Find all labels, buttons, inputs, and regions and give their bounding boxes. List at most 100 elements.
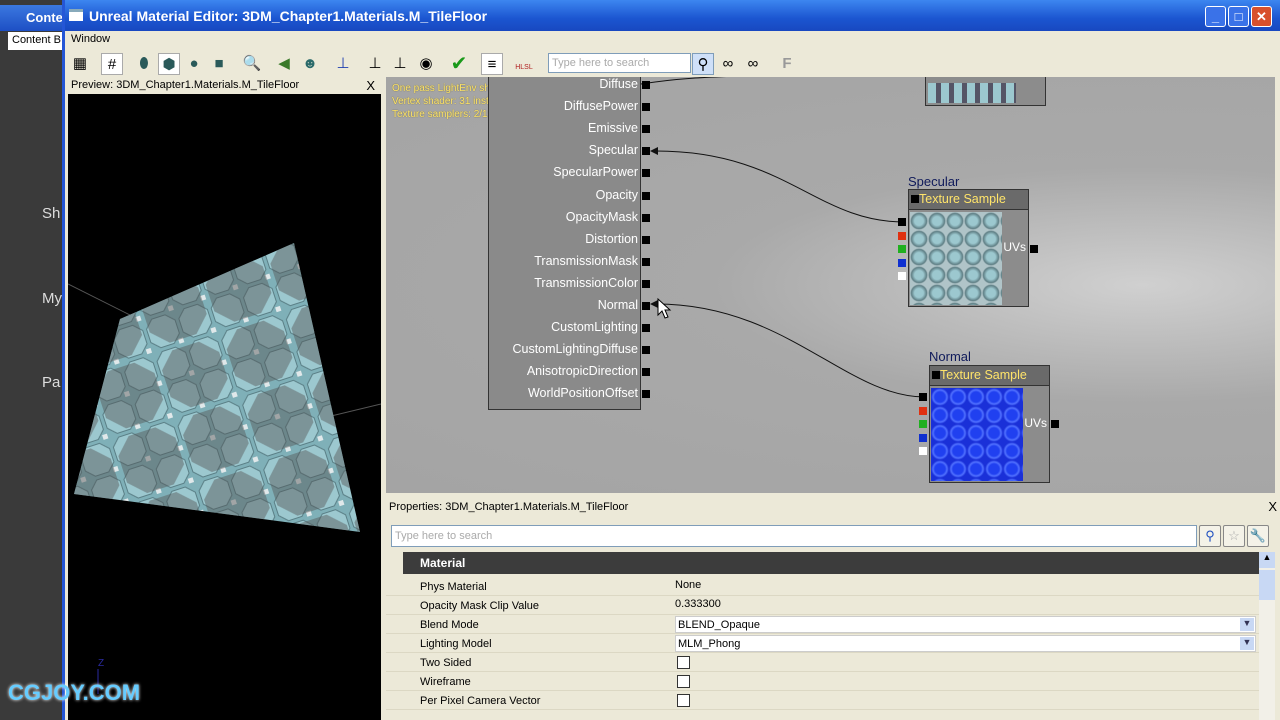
material-input-opacity: Opacity [595,187,638,202]
output-pin[interactable] [898,245,906,253]
property-row: Opacity Mask Clip Value 0.333300 [386,596,1259,615]
preview-panel: Preview: 3DM_Chapter1.Materials.M_TileFl… [68,77,381,720]
input-pin[interactable] [642,324,650,333]
minimize-button[interactable]: _ [1205,6,1226,27]
cube-icon[interactable]: ⬢ [158,53,180,75]
chevron-down-icon[interactable]: ▼ [1240,637,1254,650]
toolbar-search-input[interactable]: Type here to search [548,53,691,73]
app-icon [69,9,83,21]
property-dropdown[interactable]: MLM_Phong ▼ [675,635,1256,652]
property-dropdown[interactable]: BLEND_Opaque ▼ [675,616,1256,633]
properties-search-input[interactable]: Type here to search [391,525,1197,547]
output-pin[interactable] [919,393,927,401]
apply-checkmark-icon[interactable]: ✔ [448,53,470,75]
property-value[interactable]: None [675,579,701,591]
specular-texture-thumbnail [910,212,1002,305]
diffuse-texture-node[interactable] [925,77,1046,106]
property-checkbox[interactable] [677,675,690,688]
material-graph-canvas[interactable]: One pass LightEnv shader: 41 instruction… [386,77,1275,493]
binoculars-next-icon[interactable]: ∞ [742,53,764,75]
normal-texture-thumbnail [931,388,1023,481]
input-pin[interactable] [642,235,650,244]
stats-icon[interactable]: ≡ [481,53,503,75]
input-pin[interactable] [642,390,650,399]
material-input-worldpositionoffset: WorldPositionOffset [527,386,638,401]
output-pin[interactable] [898,231,906,240]
input-pin[interactable] [642,346,650,355]
property-checkbox[interactable] [677,694,690,707]
input-pin[interactable] [642,213,650,222]
output-pin[interactable] [919,433,927,442]
uvs-input-label: UVs [1003,240,1026,254]
output-pin[interactable] [898,258,906,267]
input-pin[interactable] [642,147,650,156]
magnify-icon[interactable]: 🔍 [241,53,263,75]
window-title: Unreal Material Editor: 3DM_Chapter1.Mat… [89,8,488,24]
input-pin[interactable] [642,103,650,112]
input-pin[interactable] [642,169,650,178]
search-icon[interactable]: ⚲ [1199,525,1221,547]
specular-texture-node[interactable]: Texture Sample UVs [908,189,1029,307]
properties-title: Properties: 3DM_Chapter1.Materials.M_Til… [389,501,629,513]
normal-texture-node[interactable]: Texture Sample UVs [929,365,1050,483]
hlsl-icon[interactable]: HLSL [513,53,535,75]
menu-window[interactable]: Window [71,33,110,45]
shared-collections-label[interactable]: Sh [42,205,60,222]
output-pin[interactable] [898,272,906,280]
search-icon[interactable]: ⚲ [692,53,714,75]
content-browser-tab[interactable]: Content B [8,32,68,50]
my-collections-label[interactable]: My [42,290,62,307]
eye-icon[interactable]: ◉ [415,53,437,75]
properties-close-button[interactable]: X [1268,499,1277,514]
input-pin[interactable] [642,279,650,288]
property-value[interactable]: 0.333300 [675,598,721,610]
properties-header: Properties: 3DM_Chapter1.Materials.M_Til… [386,497,1280,517]
input-pin[interactable] [642,81,650,89]
property-row: Wireframe [386,672,1259,691]
property-name: Lighting Model [420,638,492,650]
maximize-button[interactable]: □ [1228,6,1249,27]
node-title: Texture Sample [930,366,1049,386]
grid-icon[interactable]: # [101,53,123,75]
material-input-customlighting: CustomLighting [551,320,638,335]
property-name: Blend Mode [420,619,479,631]
output-pin[interactable] [898,218,906,226]
input-pin[interactable] [642,125,650,134]
preview-close-button[interactable]: X [366,78,375,93]
toolbar: ▦ # ⬮ ⬢ ● ■ 🔍 ◀ ☻ ⊥ ⊥ ⊥ ◉ ✔ ≡ HLSL Type … [65,50,1280,77]
input-pin[interactable] [642,368,650,377]
property-checkbox[interactable] [677,656,690,669]
uvs-pin[interactable] [1030,245,1038,253]
skull-icon[interactable]: ☻ [299,53,321,75]
properties-scrollbar[interactable]: ▲ [1259,552,1275,720]
align-icon[interactable]: ⊥ [332,53,354,75]
output-pin[interactable] [919,447,927,455]
input-pin[interactable] [642,302,650,310]
home-icon[interactable]: ▦ [69,53,91,75]
node-title: Texture Sample [909,190,1028,210]
chevron-down-icon[interactable]: ▼ [1240,618,1254,631]
back-arrow-icon[interactable]: ◀ [273,53,295,75]
favorites-f-icon[interactable]: F [776,53,798,75]
settings-wrench-icon[interactable]: 🔧 [1247,525,1269,547]
packages-label[interactable]: Pa [42,374,60,391]
favorites-star-icon[interactable]: ☆ [1223,525,1245,547]
toggle-unused-icon[interactable]: ⊥ [389,53,411,75]
close-button[interactable]: ✕ [1251,6,1272,27]
toggle-connectors-icon[interactable]: ⊥ [364,53,386,75]
output-pin[interactable] [919,420,927,428]
input-pin[interactable] [642,257,650,266]
input-pin[interactable] [642,191,650,200]
binoculars-prev-icon[interactable]: ∞ [717,53,739,75]
output-pin[interactable] [919,406,927,415]
content-browser-title: Conte [0,5,70,31]
property-row: Two Sided [386,653,1259,672]
sphere-icon[interactable]: ● [183,53,205,75]
category-material[interactable]: Material [403,552,1259,574]
z-axis-label: Z [98,658,104,669]
uvs-pin[interactable] [1051,420,1059,428]
plane-icon[interactable]: ■ [208,53,230,75]
cylinder-icon[interactable]: ⬮ [133,53,155,75]
preview-viewport[interactable]: Z [68,94,381,720]
material-input-transmissionmask: TransmissionMask [534,253,638,268]
